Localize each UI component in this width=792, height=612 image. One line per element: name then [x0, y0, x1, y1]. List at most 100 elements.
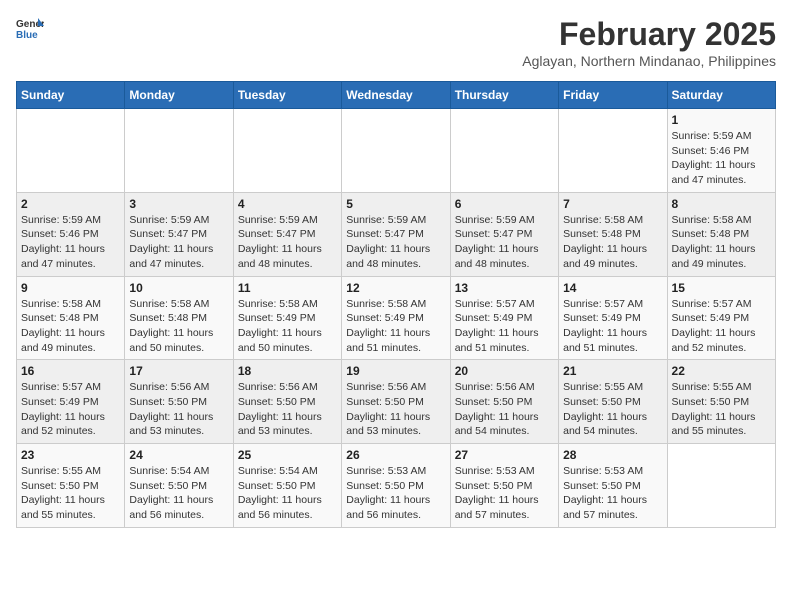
calendar-cell: 28Sunrise: 5:53 AM Sunset: 5:50 PM Dayli… — [559, 444, 667, 528]
title-block: February 2025 Aglayan, Northern Mindanao… — [522, 16, 776, 69]
day-number: 22 — [672, 364, 771, 378]
calendar-cell: 15Sunrise: 5:57 AM Sunset: 5:49 PM Dayli… — [667, 276, 775, 360]
calendar-week-row: 1 Sunrise: 5:59 AM Sunset: 5:46 PM Daylig… — [17, 109, 776, 193]
day-number: 17 — [129, 364, 228, 378]
day-info: Sunrise: 5:59 AM Sunset: 5:47 PM Dayligh… — [346, 213, 445, 272]
calendar-cell: 9Sunrise: 5:58 AM Sunset: 5:48 PM Daylig… — [17, 276, 125, 360]
calendar-cell: 27Sunrise: 5:53 AM Sunset: 5:50 PM Dayli… — [450, 444, 558, 528]
day-info: Sunrise: 5:56 AM Sunset: 5:50 PM Dayligh… — [129, 380, 228, 439]
location-subtitle: Aglayan, Northern Mindanao, Philippines — [522, 53, 776, 69]
day-info: Sunrise: 5:57 AM Sunset: 5:49 PM Dayligh… — [455, 297, 554, 356]
day-info: Sunrise: 5:59 AM Sunset: 5:47 PM Dayligh… — [129, 213, 228, 272]
calendar-cell: 19 Sunrise: 5:56 AM Sunset: 5:50 PM Dayli… — [342, 360, 450, 444]
day-info: Sunrise: 5:55 AM Sunset: 5:50 PM Dayligh… — [672, 380, 771, 439]
day-info: Sunrise: 5:56 AM Sunset: 5:50 PM Dayligh… — [346, 380, 445, 439]
weekday-header-monday: Monday — [125, 82, 233, 109]
calendar-cell — [667, 444, 775, 528]
day-info: Sunrise: 5:58 AM Sunset: 5:48 PM Dayligh… — [672, 213, 771, 272]
calendar-cell: 2Sunrise: 5:59 AM Sunset: 5:46 PM Daylig… — [17, 192, 125, 276]
day-info: Sunrise: 5:59 AM Sunset: 5:47 PM Dayligh… — [455, 213, 554, 272]
calendar-body: 1 Sunrise: 5:59 AM Sunset: 5:46 PM Daylig… — [17, 109, 776, 528]
calendar-cell: 24 Sunrise: 5:54 AM Sunset: 5:50 PM Dayli… — [125, 444, 233, 528]
day-info: Sunrise: 5:57 AM Sunset: 5:49 PM Dayligh… — [563, 297, 662, 356]
day-info: Sunrise: 5:54 AM Sunset: 5:50 PM Dayligh… — [129, 464, 228, 523]
calendar-cell: 23 Sunrise: 5:55 AM Sunset: 5:50 PM Dayli… — [17, 444, 125, 528]
calendar-cell: 16 Sunrise: 5:57 AM Sunset: 5:49 PM Dayli… — [17, 360, 125, 444]
day-info: Sunrise: 5:54 AM Sunset: 5:50 PM Dayligh… — [238, 464, 337, 523]
calendar-cell — [17, 109, 125, 193]
calendar-cell: 7 Sunrise: 5:58 AM Sunset: 5:48 PM Daylig… — [559, 192, 667, 276]
calendar-cell — [342, 109, 450, 193]
day-info: Sunrise: 5:58 AM Sunset: 5:49 PM Dayligh… — [238, 297, 337, 356]
month-year-title: February 2025 — [522, 16, 776, 53]
page-header: General Blue February 2025 Aglayan, Nort… — [16, 16, 776, 69]
weekday-header-row: SundayMondayTuesdayWednesdayThursdayFrid… — [17, 82, 776, 109]
day-number: 4 — [238, 197, 337, 211]
calendar-cell: 18 Sunrise: 5:56 AM Sunset: 5:50 PM Dayli… — [233, 360, 341, 444]
day-info: Sunrise: 5:57 AM Sunset: 5:49 PM Dayligh… — [21, 380, 120, 439]
logo: General Blue — [16, 16, 44, 40]
day-number: 21 — [563, 364, 662, 378]
calendar-table: SundayMondayTuesdayWednesdayThursdayFrid… — [16, 81, 776, 528]
svg-text:Blue: Blue — [16, 30, 38, 40]
calendar-week-row: 9Sunrise: 5:58 AM Sunset: 5:48 PM Daylig… — [17, 276, 776, 360]
day-number: 18 — [238, 364, 337, 378]
day-number: 13 — [455, 281, 554, 295]
calendar-cell: 25 Sunrise: 5:54 AM Sunset: 5:50 PM Dayli… — [233, 444, 341, 528]
calendar-cell: 11 Sunrise: 5:58 AM Sunset: 5:49 PM Dayli… — [233, 276, 341, 360]
calendar-header: SundayMondayTuesdayWednesdayThursdayFrid… — [17, 82, 776, 109]
day-number: 24 — [129, 448, 228, 462]
calendar-cell: 6 Sunrise: 5:59 AM Sunset: 5:47 PM Daylig… — [450, 192, 558, 276]
calendar-week-row: 2Sunrise: 5:59 AM Sunset: 5:46 PM Daylig… — [17, 192, 776, 276]
calendar-cell — [233, 109, 341, 193]
day-number: 3 — [129, 197, 228, 211]
calendar-cell — [450, 109, 558, 193]
day-number: 25 — [238, 448, 337, 462]
day-number: 19 — [346, 364, 445, 378]
day-number: 28 — [563, 448, 662, 462]
calendar-cell: 13 Sunrise: 5:57 AM Sunset: 5:49 PM Dayli… — [450, 276, 558, 360]
calendar-cell: 4 Sunrise: 5:59 AM Sunset: 5:47 PM Daylig… — [233, 192, 341, 276]
day-number: 8 — [672, 197, 771, 211]
weekday-header-friday: Friday — [559, 82, 667, 109]
calendar-cell: 22 Sunrise: 5:55 AM Sunset: 5:50 PM Dayli… — [667, 360, 775, 444]
day-number: 6 — [455, 197, 554, 211]
day-number: 23 — [21, 448, 120, 462]
day-number: 5 — [346, 197, 445, 211]
day-info: Sunrise: 5:55 AM Sunset: 5:50 PM Dayligh… — [21, 464, 120, 523]
day-number: 12 — [346, 281, 445, 295]
day-info: Sunrise: 5:59 AM Sunset: 5:46 PM Dayligh… — [672, 129, 771, 188]
day-info: Sunrise: 5:59 AM Sunset: 5:47 PM Dayligh… — [238, 213, 337, 272]
day-number: 14 — [563, 281, 662, 295]
day-info: Sunrise: 5:58 AM Sunset: 5:48 PM Dayligh… — [563, 213, 662, 272]
calendar-cell: 8 Sunrise: 5:58 AM Sunset: 5:48 PM Daylig… — [667, 192, 775, 276]
day-number: 11 — [238, 281, 337, 295]
weekday-header-tuesday: Tuesday — [233, 82, 341, 109]
weekday-header-sunday: Sunday — [17, 82, 125, 109]
day-info: Sunrise: 5:58 AM Sunset: 5:48 PM Dayligh… — [129, 297, 228, 356]
calendar-week-row: 16 Sunrise: 5:57 AM Sunset: 5:49 PM Dayli… — [17, 360, 776, 444]
calendar-cell: 12Sunrise: 5:58 AM Sunset: 5:49 PM Dayli… — [342, 276, 450, 360]
day-number: 10 — [129, 281, 228, 295]
calendar-cell: 5 Sunrise: 5:59 AM Sunset: 5:47 PM Daylig… — [342, 192, 450, 276]
calendar-week-row: 23 Sunrise: 5:55 AM Sunset: 5:50 PM Dayli… — [17, 444, 776, 528]
weekday-header-saturday: Saturday — [667, 82, 775, 109]
calendar-cell: 17 Sunrise: 5:56 AM Sunset: 5:50 PM Dayli… — [125, 360, 233, 444]
calendar-cell — [559, 109, 667, 193]
day-info: Sunrise: 5:56 AM Sunset: 5:50 PM Dayligh… — [238, 380, 337, 439]
day-info: Sunrise: 5:58 AM Sunset: 5:48 PM Dayligh… — [21, 297, 120, 356]
day-info: Sunrise: 5:55 AM Sunset: 5:50 PM Dayligh… — [563, 380, 662, 439]
day-number: 26 — [346, 448, 445, 462]
day-number: 15 — [672, 281, 771, 295]
calendar-cell: 20Sunrise: 5:56 AM Sunset: 5:50 PM Dayli… — [450, 360, 558, 444]
calendar-cell — [125, 109, 233, 193]
calendar-cell: 14 Sunrise: 5:57 AM Sunset: 5:49 PM Dayli… — [559, 276, 667, 360]
day-number: 27 — [455, 448, 554, 462]
day-info: Sunrise: 5:53 AM Sunset: 5:50 PM Dayligh… — [346, 464, 445, 523]
day-number: 16 — [21, 364, 120, 378]
day-number: 1 — [672, 113, 771, 127]
calendar-cell: 1 Sunrise: 5:59 AM Sunset: 5:46 PM Daylig… — [667, 109, 775, 193]
day-number: 7 — [563, 197, 662, 211]
calendar-cell: 10 Sunrise: 5:58 AM Sunset: 5:48 PM Dayli… — [125, 276, 233, 360]
calendar-cell: 3 Sunrise: 5:59 AM Sunset: 5:47 PM Daylig… — [125, 192, 233, 276]
